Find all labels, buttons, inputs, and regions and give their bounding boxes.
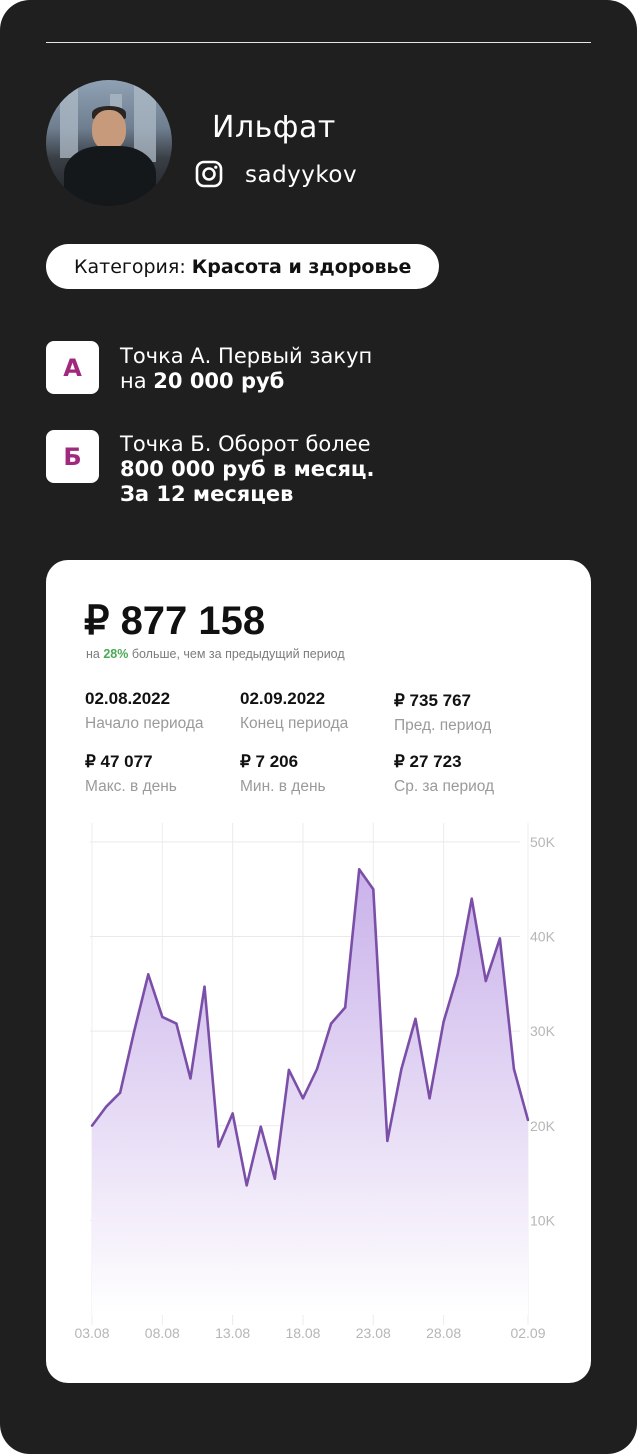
data-point: [343, 1006, 347, 1009]
x-tick-label: 02.09: [510, 1325, 545, 1341]
data-point: [189, 1077, 192, 1080]
data-point: [132, 1029, 136, 1033]
data-point: [400, 1067, 403, 1071]
stat-average: ₽ 27 723 Ср. за период: [394, 752, 494, 796]
stat-label: Ср. за период: [394, 778, 495, 795]
revenue-total: ₽ 877 158: [84, 599, 266, 643]
data-point: [442, 1020, 445, 1023]
revenue-panel: ₽ 877 158 на 28% больше, чем за предыдущ…: [46, 560, 591, 1383]
y-tick-label: 50K: [530, 834, 556, 850]
stat-value: 02.08.2022: [85, 689, 171, 708]
data-point: [526, 1118, 530, 1122]
data-point: [315, 1067, 319, 1071]
data-point: [161, 1015, 164, 1019]
data-point: [512, 1067, 516, 1071]
avatar[interactable]: [46, 80, 172, 206]
stat-period-start: 02.08.2022 Начало периода: [85, 689, 204, 733]
data-point: [273, 1177, 277, 1180]
point-a-prefix: на: [120, 369, 154, 393]
stat-value: ₽ 7 206: [240, 752, 299, 771]
point-b-period: За 12 месяцев: [120, 482, 294, 506]
data-point: [372, 888, 375, 891]
data-point: [414, 1017, 417, 1021]
data-point: [301, 1097, 305, 1100]
data-point: [245, 1184, 248, 1187]
stat-min-per-day: ₽ 7 206 Мин. в день: [240, 752, 326, 796]
point-b-text: Точка Б. Оборот более 800 000 руб в меся…: [120, 432, 374, 507]
data-point: [217, 1145, 220, 1148]
x-tick-label: 03.08: [74, 1325, 109, 1341]
data-point: [175, 1022, 178, 1025]
data-point: [470, 897, 473, 900]
y-tick-label: 40K: [530, 929, 556, 945]
point-b-badge: Б: [46, 430, 99, 483]
category-label: Категория:: [74, 255, 186, 278]
data-point: [203, 985, 206, 988]
stat-value: ₽ 735 767: [394, 691, 471, 710]
data-point: [456, 973, 459, 976]
comparison-percent: 28%: [103, 647, 129, 661]
data-point: [358, 868, 361, 871]
stat-label: Мин. в день: [240, 778, 326, 795]
data-point: [147, 973, 150, 976]
x-tick-label: 28.08: [426, 1325, 461, 1341]
stat-value: ₽ 27 723: [394, 752, 462, 771]
stat-label: Конец периода: [240, 715, 349, 732]
point-b-title: Точка Б. Оборот более: [120, 432, 371, 456]
stat-max-per-day: ₽ 47 077 Макс. в день: [85, 752, 177, 796]
data-point: [90, 1124, 94, 1127]
data-point: [484, 979, 488, 983]
stat-period-end: 02.09.2022 Конец периода: [240, 689, 348, 733]
y-tick-label: 10K: [530, 1212, 556, 1228]
profile-card: Ильфат sadyykov Категория: Красота и здо…: [0, 0, 637, 1454]
point-a-text: Точка А. Первый закуп на 20 000 руб: [120, 344, 372, 394]
point-a-amount: 20 000 руб: [153, 369, 285, 393]
data-point: [259, 1125, 262, 1128]
category-value: Красота и здоровье: [191, 255, 412, 278]
instagram-icon[interactable]: [195, 160, 223, 188]
instagram-handle[interactable]: sadyykov: [245, 162, 357, 188]
revenue-comparison: на 28% больше, чем за предыдущий период: [86, 647, 345, 661]
point-a-badge: А: [46, 341, 99, 394]
stat-value: ₽ 47 077: [85, 752, 153, 771]
x-tick-label: 08.08: [145, 1325, 180, 1341]
data-point: [428, 1097, 431, 1100]
stat-previous-period: ₽ 735 767 Пред. период: [394, 691, 491, 735]
stat-label: Макс. в день: [85, 778, 177, 795]
data-point: [498, 937, 502, 940]
x-tick-label: 18.08: [285, 1325, 320, 1341]
data-point: [231, 1112, 234, 1115]
top-divider: [46, 42, 591, 43]
comparison-prefix: на: [86, 647, 104, 661]
stat-label: Пред. период: [394, 717, 492, 734]
x-tick-label: 23.08: [356, 1325, 391, 1341]
data-point: [386, 1139, 389, 1143]
comparison-suffix: больше, чем за предыдущий период: [128, 647, 345, 661]
point-a-title: Точка А. Первый закуп: [120, 344, 373, 368]
y-tick-label: 30K: [530, 1023, 556, 1039]
profile-name: Ильфат: [212, 110, 336, 145]
point-b-amount: 800 000 руб в месяц.: [120, 457, 375, 481]
stat-label: Начало периода: [85, 715, 204, 732]
category-pill: Категория: Красота и здоровье: [46, 244, 440, 289]
stat-value: 02.09.2022: [240, 689, 326, 708]
revenue-chart: 10K 20K 30K 40K 50K 03.08 08.08 13.08 18.08 23.08…: [74, 823, 556, 1341]
y-tick-label: 20K: [530, 1118, 556, 1134]
data-point: [104, 1105, 108, 1109]
x-tick-label: 13.08: [215, 1325, 250, 1341]
data-point: [329, 1022, 333, 1025]
data-point: [118, 1091, 122, 1094]
data-point: [287, 1068, 291, 1072]
